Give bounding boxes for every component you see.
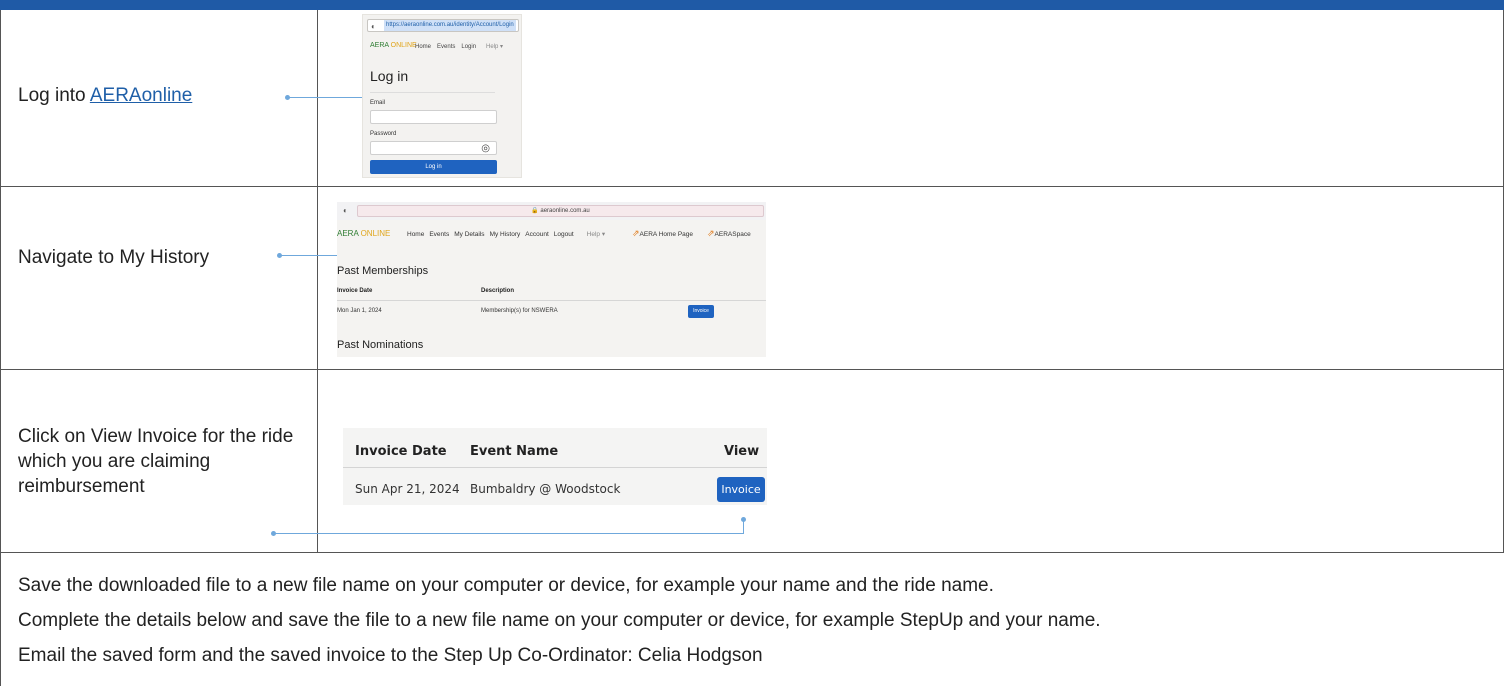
instruction-save-invoice: Save the downloaded file to a new file n… — [18, 575, 994, 596]
history-screenshot: ◐ 🔒 aeraonline.com.au AERA ONLINE Home Ev… — [337, 202, 766, 357]
shield-icon: ◐ — [371, 22, 376, 31]
nav-account: Account — [525, 231, 549, 238]
connector-line — [743, 520, 744, 534]
nav-home: Home — [407, 231, 425, 238]
section-past-memberships: Past Memberships — [337, 265, 429, 277]
invoice-screenshot: Invoice Date Event Name View Sun Apr 21,… — [343, 428, 767, 505]
brand-logo: AERA ONLINE — [370, 42, 417, 49]
col-invoice-date: Invoice Date — [355, 444, 447, 459]
url-text: 🔒 aeraonline.com.au — [357, 205, 764, 217]
row-divider — [0, 186, 1504, 187]
email-field — [370, 110, 497, 124]
brand-logo: AERA ONLINE — [337, 229, 391, 238]
table-rule — [337, 300, 766, 301]
section-past-nominations: Past Nominations — [337, 339, 424, 351]
connector-line — [274, 533, 743, 534]
external-link-icon: ⇗ — [632, 228, 640, 238]
aeraonline-link[interactable]: AERAonline — [90, 85, 192, 106]
ext-link-home: ⇗AERA Home Page — [632, 228, 694, 238]
login-nav: Home Events Login Help ▾ — [415, 43, 509, 50]
email-label: Email — [370, 100, 386, 106]
row-event-name: Bumbaldry @ Woodstock — [470, 482, 621, 496]
nav-events: Events — [437, 44, 456, 50]
row-divider — [0, 552, 1504, 553]
row-invoice-date: Mon Jan 1, 2024 — [337, 308, 382, 314]
step-navigate: Navigate to My History — [18, 247, 210, 268]
instruction-email: Email the saved form and the saved invoi… — [18, 645, 763, 666]
nav-help: Help ▾ — [486, 44, 504, 50]
header-bar — [0, 0, 1504, 10]
nav-logout: Logout — [553, 231, 574, 238]
col-description: Description — [481, 288, 515, 294]
connector-dot — [741, 517, 746, 522]
column-divider — [317, 10, 318, 553]
nav-home: Home — [415, 44, 432, 50]
login-screenshot: ◐ https://aeraonline.com.au/identity/Acc… — [362, 14, 522, 178]
col-invoice-date: Invoice Date — [337, 288, 373, 294]
url-text: https://aeraonline.com.au/identity/Accou… — [384, 20, 516, 31]
nav-my-details: My Details — [454, 231, 485, 238]
nav-my-history: My History — [489, 231, 521, 238]
nav-events: Events — [429, 231, 450, 238]
address-bar: ◐ 🔒 aeraonline.com.au — [337, 202, 766, 220]
row-divider — [0, 369, 1504, 370]
membership-invoice-button: Invoice — [688, 305, 714, 318]
view-invoice-button: Invoice — [717, 477, 765, 502]
nav-login: Login — [461, 44, 477, 50]
ext-link-space: ⇗AERASpace — [707, 228, 751, 238]
step-view-invoice: Click on View Invoice for the ride which… — [18, 426, 294, 497]
row-invoice-date: Sun Apr 21, 2024 — [355, 482, 460, 496]
password-field: ◎ — [370, 141, 497, 155]
shield-icon: ◐ — [343, 206, 348, 215]
password-label: Password — [370, 131, 397, 137]
external-link-icon: ⇗ — [707, 228, 715, 238]
table-rule — [343, 467, 767, 468]
col-view: View — [724, 444, 760, 459]
address-bar: ◐ https://aeraonline.com.au/identity/Acc… — [367, 19, 519, 32]
instruction-complete-form: Complete the details below and save the … — [18, 610, 1101, 631]
history-nav: Home Events My Details My History Account Log… — [407, 230, 610, 238]
col-event-name: Event Name — [470, 444, 559, 459]
nav-help: Help ▾ — [586, 231, 606, 238]
step-login: Log into AERAonline — [18, 85, 193, 106]
login-title: Log in — [370, 68, 409, 84]
table-border-left — [0, 10, 1, 686]
divider — [370, 92, 495, 93]
row-description: Membership(s) for NSWERA — [481, 308, 558, 314]
eye-icon: ◎ — [481, 143, 490, 154]
login-button: Log in — [370, 160, 497, 174]
